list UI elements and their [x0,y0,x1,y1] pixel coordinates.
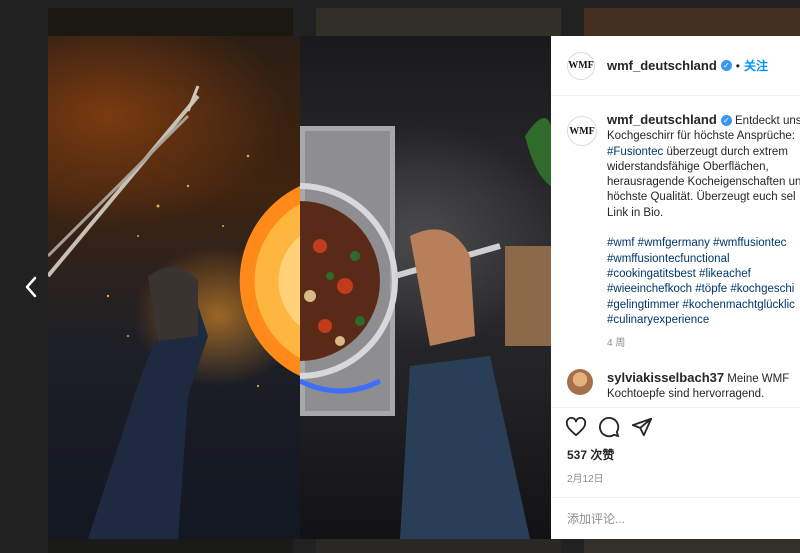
comment-body: Kochtoepfe sind hervorragend. [607,388,765,401]
logo-text: WMF [568,60,594,71]
heart-icon[interactable] [565,416,587,438]
comment-icon[interactable] [598,416,620,438]
hashtag-link[interactable]: #wmf #wmfgermany #wmffusiontec [607,236,800,251]
header-username[interactable]: wmf_deutschland [607,58,717,73]
post-image-left-half [48,36,300,539]
comment-username[interactable]: sylviakisselbach37 [607,370,724,385]
logo-text: WMF [569,125,595,137]
follow-button[interactable]: 关注 [744,57,768,74]
caption-line: Entdeckt unser [735,115,800,127]
caption-line: überzeugt durch extrem [663,145,788,158]
verified-badge-icon: ✓ [720,60,732,71]
caption-time-ago[interactable]: 4 周 [607,336,800,351]
avatar[interactable] [567,369,593,395]
action-icon-row [551,408,800,446]
comment-item: sylviakisselbach37 Meine WMF Kochtoepfe … [567,369,800,403]
post-header: WMF wmf_deutschland ✓ • 关注 [551,36,800,96]
hashtag-link[interactable]: #wmffusiontecfunctional [607,252,800,267]
post-date[interactable]: 2月12日 [551,470,800,485]
wmf-logo-avatar[interactable]: WMF [567,51,595,80]
caption-line: höchste Qualität. Überzeugt euch sel [607,191,796,204]
post-image-right-half [298,36,551,539]
caption-line: Link in Bio. [607,206,664,219]
comment-input[interactable] [567,511,787,526]
post-image[interactable] [48,36,551,539]
header-separator: • [735,58,740,73]
caption-line: herausragende Kocheigenschaften un [607,176,800,189]
chevron-left-icon[interactable] [18,272,44,302]
caption-username[interactable]: wmf_deutschland [607,112,717,127]
post-actions: 537 次赞 2月12日 [551,407,800,485]
verified-badge-icon: ✓ [720,115,732,127]
hashtag-link[interactable]: #gelingtimmer #kochenmachtglücklic [607,298,800,313]
add-comment-bar [551,497,800,539]
hashtag-link[interactable]: #cookingatitsbest #likeachef [607,267,800,282]
share-icon[interactable] [631,416,653,438]
hashtag-link[interactable]: #Fusiontec [607,146,663,158]
like-count[interactable]: 537 次赞 [551,446,800,463]
caption-line: widerstandsfähige Oberflächen, [607,160,769,173]
wmf-logo-avatar[interactable]: WMF [567,116,597,146]
caption-line: Kochgeschirr für höchste Ansprüche: [607,130,795,143]
post-detail-panel: WMF wmf_deutschland ✓ • 关注 WMF wmf_deuts… [551,36,800,539]
comment-text: sylviakisselbach37 Meine WMF Kochtoepfe … [607,370,789,403]
hashtag-link[interactable]: #culinaryexperience [607,313,800,328]
hashtag-link[interactable]: #wieeinchefkoch #töpfe #kochgeschi [607,282,800,297]
comment-body: Meine WMF [724,373,790,385]
caption-text: wmf_deutschland✓ Entdeckt unser Kochgesc… [607,112,800,351]
